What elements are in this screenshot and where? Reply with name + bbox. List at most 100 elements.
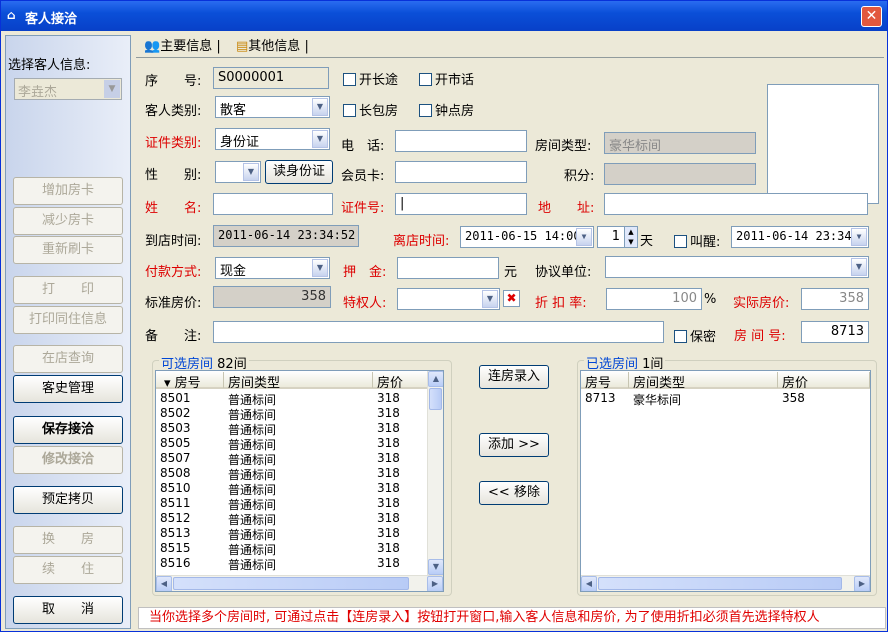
close-button[interactable]: ✕ [861,6,882,27]
room-no-field[interactable]: 8713 [801,321,869,343]
reswipe-card-button[interactable]: 重新刷卡 [13,236,123,264]
col-room-type[interactable]: 房间类型 [629,372,778,391]
in-house-query-button[interactable]: 在店查询 [13,345,123,373]
wakeup-checkbox[interactable]: 叫醒: [674,231,720,250]
print-cohabit-button[interactable]: 打印同住信息 [13,306,123,334]
days-unit: 天 [640,234,654,249]
discount-unit: % [704,292,717,307]
city-call-checkbox[interactable]: 开市话 [419,69,474,88]
selected-hscroll[interactable]: ◀ ▶ [581,575,870,591]
table-row[interactable]: 8510 普通标间 318 [156,481,443,497]
modify-button[interactable]: 修改接洽 [13,446,123,474]
title-bar: ⌂ 客人接洽 ✕ [1,1,887,31]
scroll-up-icon[interactable]: ▲ [428,371,443,387]
chevron-down-icon[interactable]: ▼ [312,130,328,148]
add-room-button[interactable]: 添加 >> [479,433,549,457]
address-field[interactable] [604,193,868,215]
add-card-button[interactable]: 增加房卡 [13,177,123,205]
scroll-down-icon[interactable]: ▼ [428,559,443,575]
days-field[interactable]: 1 [597,226,625,248]
chevron-down-icon[interactable]: ▼ [851,228,867,246]
scroll-thumb[interactable] [598,577,842,590]
table-row[interactable]: 8505 普通标间 318 [156,436,443,452]
clear-icon[interactable]: ✖ [503,290,520,307]
id-type-select[interactable]: 身份证 ▼ [215,128,330,150]
note-icon: ▤ [236,39,249,54]
scroll-thumb[interactable] [429,388,442,410]
table-row[interactable]: 8501 普通标间 318 [156,391,443,407]
table-row[interactable]: 8508 普通标间 318 [156,466,443,482]
member-card-field[interactable] [395,161,527,183]
payment-select[interactable]: 现金 ▼ [215,257,330,279]
multi-room-entry-button[interactable]: 连房录入 [479,365,549,389]
phone-field[interactable] [395,130,527,152]
table-row[interactable]: 8713 豪华标间 358 [581,391,870,407]
tab-main-info[interactable]: 👥主要信息 | [144,37,221,57]
col-room-price[interactable]: 房价 [373,372,429,391]
table-row[interactable]: 8503 普通标间 318 [156,421,443,437]
save-button[interactable]: 保存接洽 [13,416,123,444]
remove-room-button[interactable]: << 移除 [479,481,549,505]
table-row[interactable]: 8515 普通标间 318 [156,541,443,557]
confidential-checkbox[interactable]: 保密 [674,326,716,345]
arrive-time-label: 到店时间: [145,234,202,249]
table-row[interactable]: 8516 普通标间 318 [156,556,443,572]
print-button[interactable]: 打 印 [13,276,123,304]
selected-rooms-list[interactable]: 房号 房间类型 房价 8713 豪华标间 358 ◀ ▶ [580,370,871,592]
name-field[interactable] [213,193,333,215]
chevron-down-icon[interactable]: ▼ [243,163,259,181]
guest-type-select[interactable]: 散客 ▼ [215,96,330,118]
available-hscroll[interactable]: ◀ ▶ [156,575,443,591]
chevron-down-icon[interactable]: ▼ [104,80,120,98]
table-row[interactable]: 8512 普通标间 318 [156,511,443,527]
wakeup-time-picker[interactable]: 2011-06-14 23:34 ▼ [731,226,869,248]
scroll-left-icon[interactable]: ◀ [581,576,597,591]
chevron-down-icon[interactable]: ▼ [312,98,328,116]
id-number-field[interactable]: | [395,193,527,215]
guest-select[interactable]: 李垚杰 ▼ [14,78,122,100]
long-stay-checkbox[interactable]: 长包房 [343,100,398,119]
col-room-price[interactable]: 房价 [778,372,870,391]
scroll-left-icon[interactable]: ◀ [156,576,172,591]
deposit-field[interactable] [397,257,499,279]
table-cell: 318 [377,451,400,465]
agreement-select[interactable]: ▼ [605,256,869,278]
hourly-room-checkbox[interactable]: 钟点房 [419,100,474,119]
gender-select[interactable]: ▼ [215,161,261,183]
change-room-button[interactable]: 换 房 [13,526,123,554]
phone-label: 电 话: [341,139,385,154]
chevron-down-icon[interactable]: ▼ [312,259,328,277]
col-room-no[interactable]: 房号 [581,372,629,391]
scroll-right-icon[interactable]: ▶ [427,576,443,591]
table-row[interactable]: 8513 普通标间 318 [156,526,443,542]
long-trip-checkbox[interactable]: 开长途 [343,69,398,88]
scroll-thumb[interactable] [173,577,409,590]
available-rooms-list[interactable]: ▾ 房号 房间类型 房价 8501 普通标间 318 8502 普通标间 318 8503 普… [155,370,444,592]
tab-other-info[interactable]: ▤其他信息 | [236,37,309,57]
privileged-select[interactable]: ▼ [397,288,500,310]
table-cell: 普通标间 [228,558,277,572]
actual-price-field[interactable]: 358 [801,288,869,310]
days-spinner[interactable]: ▲ ▼ [624,226,638,248]
chevron-down-icon[interactable]: ▼ [482,290,498,308]
table-row[interactable]: 8507 普通标间 318 [156,451,443,467]
agreement-label: 协议单位: [535,265,592,280]
col-room-type[interactable]: 房间类型 [224,372,373,391]
discount-field[interactable]: 100 [606,288,702,310]
reservation-copy-button[interactable]: 预定拷贝 [13,486,123,514]
chevron-down-icon[interactable]: ▼ [576,228,592,246]
member-card-label: 会员卡: [341,169,385,184]
leave-time-picker[interactable]: 2011-06-15 14:00 ▼ [460,226,594,248]
cancel-button[interactable]: 取 消 [13,596,123,624]
reduce-card-button[interactable]: 减少房卡 [13,207,123,235]
chevron-down-icon[interactable]: ▼ [851,258,867,276]
table-row[interactable]: 8502 普通标间 318 [156,406,443,422]
scroll-right-icon[interactable]: ▶ [854,576,870,591]
available-vscroll[interactable]: ▲ ▼ [427,371,443,575]
col-room-no[interactable]: ▾ 房号 [156,372,224,391]
table-row[interactable]: 8511 普通标间 318 [156,496,443,512]
remark-field[interactable] [213,321,664,343]
guest-history-button[interactable]: 客史管理 [13,375,123,403]
extend-stay-button[interactable]: 续 住 [13,556,123,584]
read-id-card-button[interactable]: 读身份证 [265,160,333,184]
